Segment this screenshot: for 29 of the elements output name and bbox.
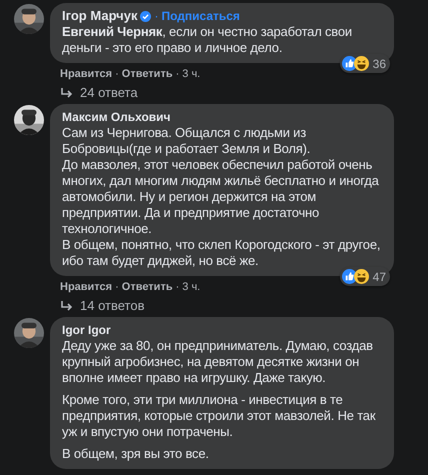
action-link[interactable]: Ответить (122, 281, 173, 293)
reply-arrow-icon (60, 300, 74, 312)
comment-text: Кроме того, эти три миллиона - инвестиция в те предприятия, которые строили этот мавзолей. Не так уж и впустую они потрачены. (62, 392, 376, 440)
separator-dot: · (176, 281, 180, 293)
reply-arrow-icon (60, 86, 74, 98)
separator-dot: · (115, 68, 119, 80)
author-name[interactable]: Ігор Марчук (62, 8, 138, 24)
action-link[interactable]: Ответить (122, 68, 173, 80)
reactions-badge[interactable]: 36 (340, 54, 390, 73)
action-link[interactable]: Нравится (60, 281, 112, 293)
author-name[interactable]: Максим Ольхович (62, 109, 171, 125)
replies-link[interactable]: 24 ответа (60, 85, 138, 100)
comment-text: В общем, понятно, что склеп Корогодского - эт другое, ибо там будет диджей, но всё же. (62, 237, 382, 269)
separator-dot: · (115, 281, 119, 293)
action-link[interactable]: Нравится (60, 68, 112, 80)
timestamp: 3 ч. (182, 68, 200, 80)
separator-dot: · (176, 68, 180, 80)
timestamp: 3 ч. (182, 281, 200, 293)
comment-text: В общем, зря вы это все. (62, 446, 210, 462)
comment-text: До мавзолея, этот человек обеспечил работой очень многих, дал многим людям жильё бесплатно и иногда автомобили. Ну и регион держится на этом предприятии. Да и предприятие достаточно технологичное. (62, 157, 380, 237)
comment-text: Деду уже за 80, он предприниматель. Думаю, создав крупный агробизнес, на девятом десятке жизни он вполне имеет право на игрушку. Даже такую. (62, 338, 374, 386)
comment-text: Евгений Черняк, если он честно заработал свои деньги - это его право и личное дело. (62, 24, 353, 56)
laughing-reaction-icon (354, 269, 369, 284)
laughing-reaction-icon (354, 56, 369, 71)
comment-text: Сам из Чернигова. Общался с людьми из Бобровицы(где и работает Земля и Воля). (62, 125, 312, 157)
reactions-badge[interactable]: 47 (340, 267, 390, 286)
separator-dot: · (154, 8, 158, 24)
author-name[interactable]: Igor Igor (62, 322, 111, 338)
replies-link[interactable]: 14 ответов (60, 298, 144, 313)
